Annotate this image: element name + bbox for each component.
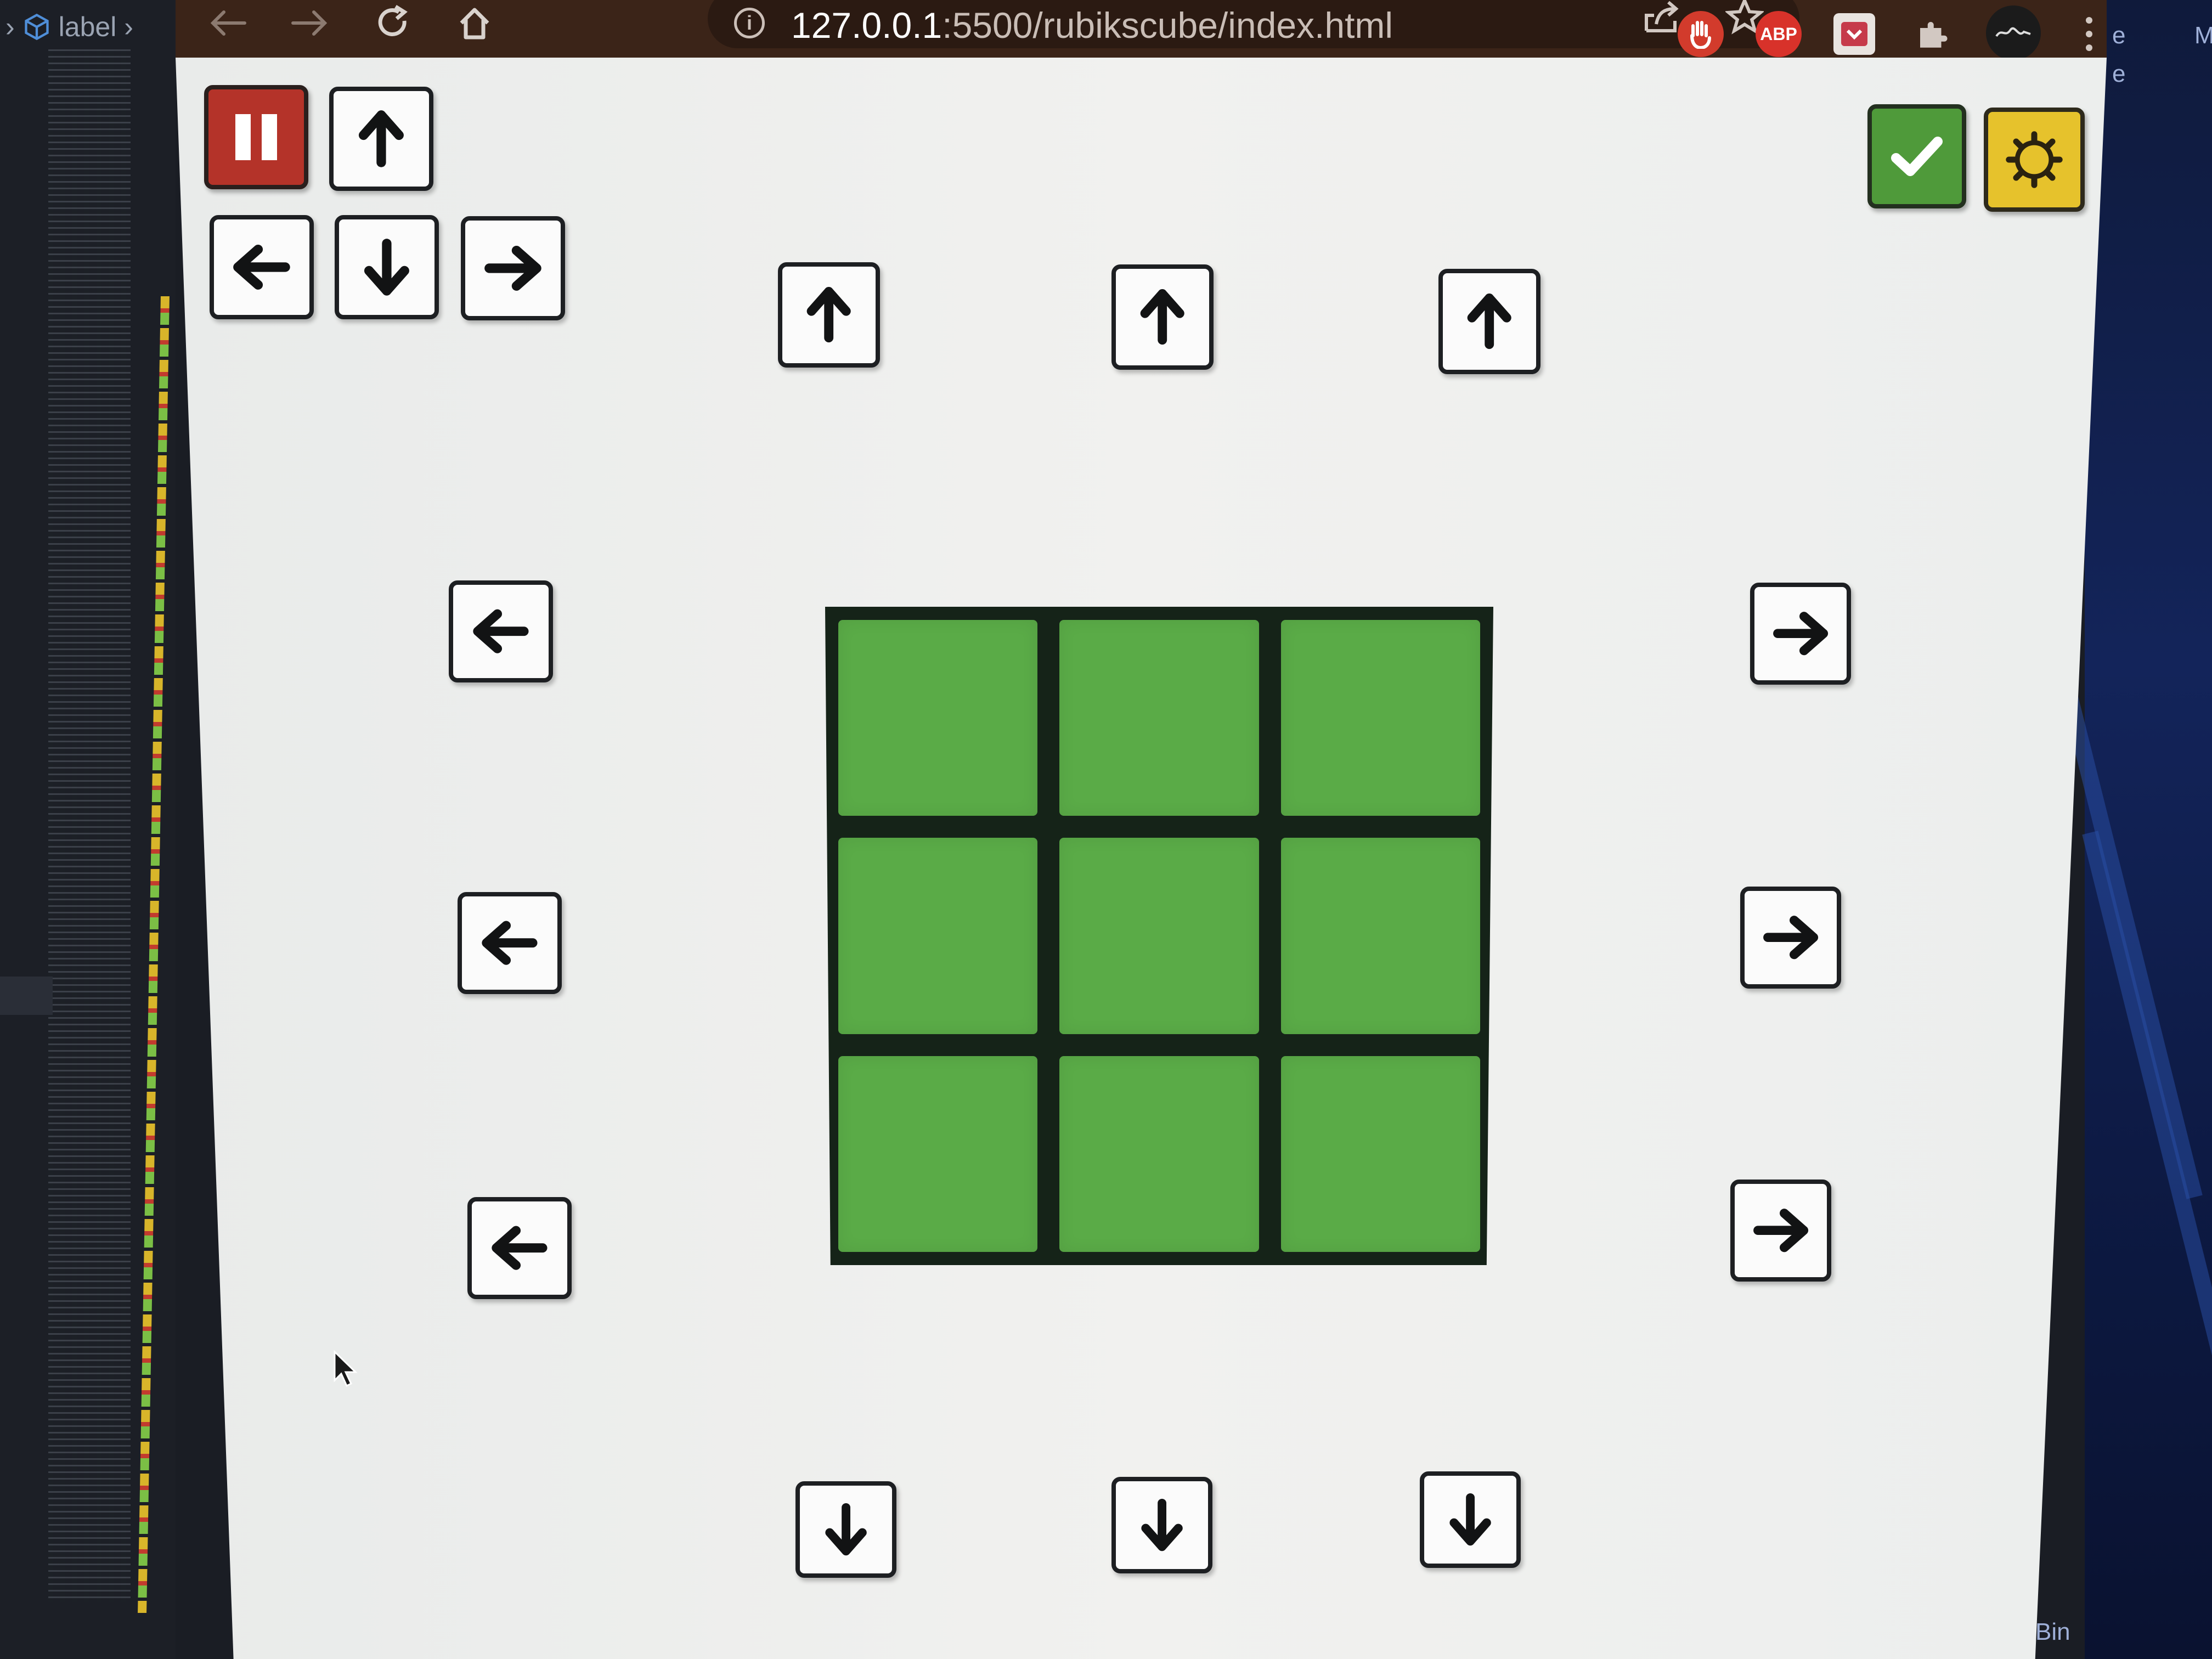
pocket-extension-button[interactable] <box>1833 13 1875 55</box>
checkmark-icon <box>1891 137 1943 176</box>
browser-menu-button[interactable] <box>2066 11 2112 57</box>
adblock-plus-label: ABP <box>1760 24 1797 44</box>
info-icon[interactable]: i <box>734 8 765 38</box>
arrow-right-icon <box>1772 605 1829 662</box>
column-2-up-button[interactable] <box>1111 264 1214 370</box>
column-1-down-button[interactable] <box>795 1481 896 1578</box>
arrow-down-icon <box>817 1502 874 1556</box>
more-vertical-icon <box>2086 17 2092 51</box>
rotate-cube-right-button[interactable] <box>461 216 565 320</box>
address-bar[interactable]: i 127.0.0.1:5500/rubikscube/index.html <box>708 0 1799 48</box>
breadcrumb-label: label <box>58 12 117 42</box>
sticker-1-2 <box>1059 620 1259 816</box>
arrow-up-icon <box>1133 287 1191 347</box>
puzzle-icon <box>1920 22 1948 48</box>
check-solved-button[interactable] <box>1867 104 1966 208</box>
sticker-1-3 <box>1280 620 1480 816</box>
desktop-background: e e M Bin <box>2027 0 2212 1659</box>
pause-button[interactable] <box>204 85 308 189</box>
share-icon <box>1645 1 1679 32</box>
sticker-1-1 <box>838 620 1038 816</box>
home-icon <box>460 8 489 40</box>
gear-icon <box>2006 131 2063 188</box>
rotate-cube-left-button[interactable] <box>210 215 314 319</box>
arrow-up-icon <box>352 109 411 168</box>
column-3-up-button[interactable] <box>1438 269 1541 374</box>
gutter-highlight <box>0 977 53 1015</box>
scrollbar-markers <box>138 296 170 1613</box>
arrow-left-icon <box>480 914 539 972</box>
arrow-right-icon <box>483 239 543 298</box>
arrow-down-icon <box>357 238 416 297</box>
row-1-right-button[interactable] <box>1750 583 1851 685</box>
cube-face <box>825 607 1493 1265</box>
url-path: :5500/rubikscube/index.html <box>942 5 1393 46</box>
arrow-left-icon <box>210 10 246 36</box>
arrow-right-icon <box>1752 1201 1809 1259</box>
arrow-left-icon <box>490 1219 549 1277</box>
sticker-3-2 <box>1059 1056 1259 1252</box>
row-2-right-button[interactable] <box>1740 887 1841 989</box>
arrow-up-icon <box>800 285 857 345</box>
rotate-cube-down-button[interactable] <box>335 215 439 319</box>
url-host: 127.0.0.1 <box>791 5 943 46</box>
mouse-pointer-icon <box>334 1350 358 1387</box>
desktop-label: e <box>2112 60 2126 87</box>
pocket-icon <box>1841 22 1867 46</box>
adblock-plus-button[interactable]: ABP <box>1756 11 1802 57</box>
arrow-down-icon <box>1442 1492 1499 1547</box>
row-2-left-button[interactable] <box>458 892 562 994</box>
rotate-cube-up-button[interactable] <box>329 87 433 191</box>
minimap[interactable] <box>48 49 131 1602</box>
back-button[interactable] <box>203 1 252 45</box>
chevron-right-icon: › <box>124 12 133 42</box>
recycle-bin-label[interactable]: Bin <box>2035 1618 2070 1646</box>
reload-icon <box>378 5 408 36</box>
pause-icon <box>235 114 277 160</box>
row-3-right-button[interactable] <box>1730 1180 1831 1282</box>
row-1-left-button[interactable] <box>449 580 553 682</box>
url-text[interactable]: 127.0.0.1:5500/rubikscube/index.html <box>791 4 1393 46</box>
arrow-down-icon <box>1133 1498 1190 1552</box>
arrow-left-icon <box>471 602 531 660</box>
profile-avatar-button[interactable] <box>1986 5 2041 60</box>
arrow-up-icon <box>1460 291 1518 351</box>
column-2-down-button[interactable] <box>1111 1477 1212 1573</box>
desktop-label: M <box>2194 22 2212 49</box>
arrow-right-icon <box>1762 909 1819 966</box>
settings-button[interactable] <box>1984 108 2085 212</box>
sticker-2-2 <box>1059 838 1259 1034</box>
column-3-down-button[interactable] <box>1420 1471 1521 1568</box>
hand-icon <box>1690 21 1711 49</box>
breadcrumb[interactable]: › label › <box>5 8 133 46</box>
sticker-2-1 <box>838 838 1038 1034</box>
arrow-right-icon <box>291 10 328 36</box>
sticker-3-1 <box>838 1056 1038 1252</box>
arrow-left-icon <box>232 238 291 297</box>
row-3-left-button[interactable] <box>467 1197 572 1299</box>
forward-button[interactable] <box>285 1 335 45</box>
chevron-right-icon: › <box>5 12 15 42</box>
sticker-2-3 <box>1280 838 1480 1034</box>
hand-extension-button[interactable] <box>1678 11 1724 57</box>
code-editor-pane: › label › <box>0 0 176 1659</box>
home-button[interactable] <box>450 1 499 45</box>
reload-button[interactable] <box>368 1 417 45</box>
sticker-3-3 <box>1280 1056 1480 1252</box>
desktop-label: e <box>2112 22 2126 49</box>
cube-icon <box>24 13 49 41</box>
column-1-up-button[interactable] <box>778 262 880 368</box>
browser-toolbar: i 127.0.0.1:5500/rubikscube/index.html A… <box>176 0 2107 60</box>
avatar-icon <box>1995 27 2031 37</box>
extensions-button[interactable] <box>1909 11 1955 57</box>
